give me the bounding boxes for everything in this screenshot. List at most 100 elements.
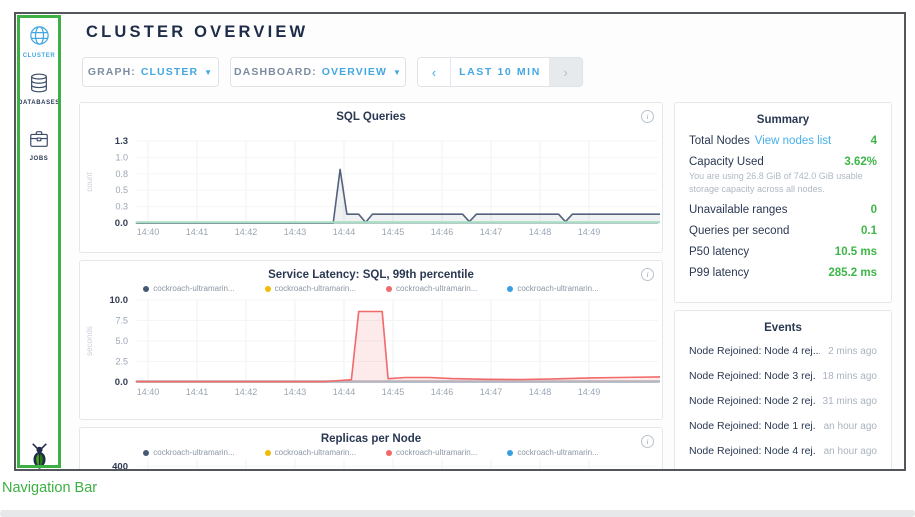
svg-text:count: count <box>85 171 94 191</box>
summary-label: Capacity Used <box>689 156 764 168</box>
event-time: 18 mins ago <box>815 371 877 382</box>
svg-text:14:41: 14:41 <box>186 227 209 237</box>
summary-row-unavailable-ranges: Unavailable ranges 0 <box>675 199 891 220</box>
event-row[interactable]: Node Rejoined: Node 1 rej... an hour ago <box>675 413 891 438</box>
legend-item[interactable]: cockroach-ultramarin... <box>386 284 477 293</box>
capacity-note: You are using 26.8 GiB of 742.0 GiB usab… <box>689 170 877 195</box>
summary-value: 4 <box>871 135 877 147</box>
svg-text:14:40: 14:40 <box>137 387 160 397</box>
jobs-briefcase-icon <box>28 137 50 154</box>
legend-item[interactable]: cockroach-ultramarin... <box>507 448 598 457</box>
graph-dropdown-value: CLUSTER <box>141 66 198 78</box>
chart-title: SQL Queries <box>80 111 662 123</box>
svg-text:0.0: 0.0 <box>115 377 128 388</box>
graph-dropdown-label: GRAPH: <box>88 66 136 78</box>
event-message: Node Rejoined: Node 4 rej... <box>689 345 820 357</box>
sidebar-item-label: JOBS <box>16 156 62 162</box>
time-range-selector: ‹ LAST 10 MIN › <box>417 57 583 87</box>
event-row[interactable]: Node Rejoined: Node 4 rej... an hour ago <box>675 438 891 463</box>
summary-label: P99 latency <box>689 267 749 279</box>
summary-label: Unavailable ranges <box>689 204 787 216</box>
svg-text:400: 400 <box>112 461 128 471</box>
summary-panel: Summary Total Nodes View nodes list 4 Ca… <box>674 102 892 303</box>
info-icon[interactable]: i <box>641 268 654 281</box>
sidebar-item-cluster[interactable]: CLUSTER <box>16 24 62 59</box>
legend-dot-icon <box>386 450 392 456</box>
svg-text:14:48: 14:48 <box>529 227 552 237</box>
svg-text:14:40: 14:40 <box>137 227 160 237</box>
legend-label: cockroach-ultramarin... <box>153 448 234 457</box>
event-time: an hour ago <box>816 421 877 432</box>
svg-text:14:42: 14:42 <box>235 227 258 237</box>
chart-legend: cockroach-ultramarin... cockroach-ultrama… <box>80 448 662 457</box>
legend-label: cockroach-ultramarin... <box>275 448 356 457</box>
summary-row-capacity-used: Capacity Used 3.62% You are using 26.8 G… <box>675 151 891 199</box>
legend-label: cockroach-ultramarin... <box>517 448 598 457</box>
info-icon[interactable]: i <box>641 110 654 123</box>
dashboard-dropdown-value: OVERVIEW <box>322 66 387 78</box>
legend-item[interactable]: cockroach-ultramarin... <box>265 448 356 457</box>
legend-dot-icon <box>507 450 513 456</box>
sql-queries-chart: 1.31.00.80.50.30.014:4014:4114:4214:4314… <box>80 125 664 243</box>
graph-dropdown[interactable]: GRAPH: CLUSTER ▼ <box>82 57 219 87</box>
svg-text:14:44: 14:44 <box>333 387 356 397</box>
legend-label: cockroach-ultramarin... <box>153 284 234 293</box>
legend-label: cockroach-ultramarin... <box>396 448 477 457</box>
svg-text:14:41: 14:41 <box>186 387 209 397</box>
chart-panel-service-latency: Service Latency: SQL, 99th percentile i … <box>79 260 663 420</box>
navigation-bar-annotation-label: Navigation Bar <box>2 480 97 496</box>
chart-legend: cockroach-ultramarin... cockroach-ultrama… <box>80 284 662 293</box>
svg-text:5.0: 5.0 <box>115 336 128 346</box>
navigation-bar: CLUSTER DATABASES <box>16 14 63 469</box>
event-message: Node Rejoined: Node 3 rej... <box>689 370 815 382</box>
cluster-globe-icon <box>28 34 51 51</box>
svg-text:seconds: seconds <box>85 326 94 356</box>
sidebar-item-jobs[interactable]: JOBS <box>16 128 62 162</box>
event-row[interactable]: Node Rejoined: Node 4 rej... 2 mins ago <box>675 338 891 363</box>
summary-title: Summary <box>675 114 891 126</box>
time-range-next-button-disabled[interactable]: › <box>549 58 582 86</box>
page-title: CLUSTER OVERVIEW <box>86 23 308 42</box>
replicas-per-node-chart: 400 <box>80 459 664 471</box>
svg-text:0.5: 0.5 <box>115 185 128 195</box>
svg-text:14:46: 14:46 <box>431 387 454 397</box>
summary-row-p50-latency: P50 latency 10.5 ms <box>675 241 891 262</box>
sidebar-item-label: CLUSTER <box>16 53 62 59</box>
time-range-prev-button[interactable]: ‹ <box>418 58 451 86</box>
event-time: 31 mins ago <box>815 396 877 407</box>
event-time: an hour ago <box>816 446 877 457</box>
legend-item[interactable]: cockroach-ultramarin... <box>143 284 234 293</box>
dashboard-dropdown[interactable]: DASHBOARD: OVERVIEW ▼ <box>230 57 406 87</box>
event-message: Node Rejoined: Node 1 rej... <box>689 420 816 432</box>
info-icon[interactable]: i <box>641 435 654 448</box>
summary-value: 285.2 ms <box>828 267 877 279</box>
legend-item[interactable]: cockroach-ultramarin... <box>386 448 477 457</box>
databases-icon <box>28 81 50 98</box>
summary-row-p99-latency: P99 latency 285.2 ms <box>675 262 891 283</box>
legend-dot-icon <box>143 450 149 456</box>
sidebar-item-databases[interactable]: DATABASES <box>16 72 62 106</box>
view-nodes-list-link[interactable]: View nodes list <box>755 135 832 147</box>
event-row[interactable]: Node Rejoined: Node 2 rej... 31 mins ago <box>675 388 891 413</box>
legend-item[interactable]: cockroach-ultramarin... <box>143 448 234 457</box>
summary-label: P50 latency <box>689 246 749 258</box>
chevron-down-icon: ▼ <box>393 68 402 77</box>
svg-text:0.3: 0.3 <box>115 202 128 212</box>
svg-text:7.5: 7.5 <box>115 316 128 326</box>
legend-item[interactable]: cockroach-ultramarin... <box>507 284 598 293</box>
legend-item[interactable]: cockroach-ultramarin... <box>265 284 356 293</box>
svg-text:14:43: 14:43 <box>284 227 307 237</box>
svg-text:1.3: 1.3 <box>115 136 128 147</box>
chart-panel-sql-queries: SQL Queries i 1.31.00.80.50.30.014:4014:… <box>79 102 663 253</box>
events-panel: Events Node Rejoined: Node 4 rej... 2 mi… <box>674 310 892 471</box>
service-latency-chart: 10.07.55.02.50.014:4014:4114:4214:4314:4… <box>80 295 664 403</box>
legend-dot-icon <box>265 286 271 292</box>
svg-text:14:44: 14:44 <box>333 227 356 237</box>
cockroachdb-logo[interactable] <box>16 442 62 471</box>
legend-label: cockroach-ultramarin... <box>275 284 356 293</box>
event-message: Node Rejoined: Node 2 rej... <box>689 395 815 407</box>
events-title: Events <box>675 322 891 334</box>
svg-text:14:47: 14:47 <box>480 387 503 397</box>
event-row[interactable]: Node Rejoined: Node 3 rej... 18 mins ago <box>675 363 891 388</box>
time-range-value[interactable]: LAST 10 MIN <box>451 58 549 86</box>
